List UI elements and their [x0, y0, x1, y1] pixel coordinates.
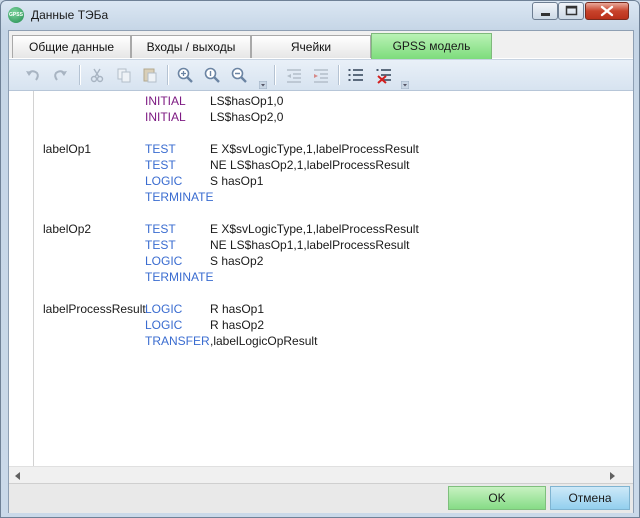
- code-keyword: TEST: [145, 238, 176, 252]
- code-label: labelOp2: [43, 222, 92, 236]
- code-operand: E X$svLogicType,1,labelProcessResult: [210, 222, 419, 236]
- code-operand: S hasOp1: [210, 174, 264, 188]
- dialog-client-area: Общие данные Входы / выходы Ячейки GPSS …: [8, 30, 634, 513]
- code-keyword: INITIAL: [145, 94, 186, 108]
- code-operand: E X$svLogicType,1,labelProcessResult: [210, 142, 419, 156]
- remove-list-icon: [376, 69, 391, 84]
- maximize-button[interactable]: [558, 2, 584, 20]
- toolbar-separator: [79, 65, 81, 85]
- chevron-down-icon: [400, 80, 410, 90]
- paste-icon: [143, 68, 157, 83]
- editor-margin-line: [33, 91, 34, 466]
- zoom-in-button[interactable]: [203, 66, 221, 84]
- code-keyword: LOGIC: [145, 302, 183, 316]
- code-keyword: LOGIC: [145, 174, 183, 188]
- paste-button[interactable]: [141, 66, 159, 84]
- zoom-out-icon: [231, 67, 247, 83]
- zoom-in-icon: [204, 67, 220, 83]
- zoom-reset-button[interactable]: [176, 66, 194, 84]
- minimize-button[interactable]: [532, 2, 558, 20]
- cut-icon: [90, 68, 104, 83]
- undo-icon: [26, 70, 39, 81]
- minimize-icon: [541, 13, 550, 16]
- gpss-code-editor[interactable]: INITIAL LS$hasOp1,0 INITIAL LS$hasOp2,0 labe…: [9, 91, 633, 466]
- code-keyword: LOGIC: [145, 254, 183, 268]
- toolbar-separator: [274, 65, 276, 85]
- zoom-out-button[interactable]: [230, 66, 248, 84]
- editor-toolbar: [9, 59, 633, 91]
- title-bar[interactable]: GPSS Данные ТЭБа: [1, 1, 639, 29]
- toolbar-overflow-button[interactable]: [258, 78, 268, 90]
- indent-icon: [314, 69, 328, 83]
- undo-button[interactable]: [23, 66, 41, 84]
- redo-icon: [54, 70, 67, 81]
- outdent-button[interactable]: [285, 66, 303, 84]
- dialog-footer: OK Отмена: [9, 483, 633, 513]
- tab-general-data[interactable]: Общие данные: [12, 35, 131, 58]
- copy-icon: [117, 68, 131, 83]
- code-operand: NE LS$hasOp1,1,labelProcessResult: [210, 238, 410, 252]
- code-operand: NE LS$hasOp2,1,labelProcessResult: [210, 158, 410, 172]
- remove-list-button[interactable]: [375, 66, 393, 84]
- horizontal-scrollbar[interactable]: [9, 466, 633, 484]
- list-button[interactable]: [347, 66, 365, 84]
- code-keyword: TRANSFER: [145, 334, 210, 348]
- dialog-window: GPSS Данные ТЭБа Общие данные Входы / вы…: [0, 0, 640, 518]
- gpss-app-icon: GPSS: [8, 7, 24, 23]
- indent-button[interactable]: [312, 66, 330, 84]
- code-keyword: TEST: [145, 158, 176, 172]
- code-operand: ,labelLogicOpResult: [210, 334, 318, 348]
- code-keyword: TERMINATE: [145, 270, 214, 284]
- scroll-left-icon[interactable]: [13, 471, 23, 481]
- toolbar-separator: [167, 65, 169, 85]
- toolbar-separator: [338, 65, 340, 85]
- code-keyword: TEST: [145, 222, 176, 236]
- cut-button[interactable]: [88, 66, 106, 84]
- tab-gpss-model[interactable]: GPSS модель: [371, 33, 492, 59]
- scroll-right-icon[interactable]: [607, 471, 617, 481]
- code-operand: R hasOp1: [210, 302, 265, 316]
- close-icon: [600, 5, 614, 17]
- cancel-button[interactable]: Отмена: [550, 486, 630, 510]
- zoom-reset-icon: [177, 67, 193, 83]
- maximize-icon: [565, 5, 578, 16]
- code-operand: R hasOp2: [210, 318, 265, 332]
- code-keyword: INITIAL: [145, 110, 186, 124]
- tab-inputs-outputs[interactable]: Входы / выходы: [131, 35, 251, 58]
- code-label: labelProcessResult: [43, 302, 146, 316]
- copy-button[interactable]: [115, 66, 133, 84]
- code-operand: LS$hasOp2,0: [210, 110, 284, 124]
- ok-button[interactable]: OK: [448, 486, 546, 510]
- tab-strip: Общие данные Входы / выходы Ячейки GPSS …: [9, 31, 633, 59]
- code-keyword: LOGIC: [145, 318, 183, 332]
- code-keyword: TEST: [145, 142, 176, 156]
- outdent-icon: [287, 69, 301, 83]
- code-operand: LS$hasOp1,0: [210, 94, 284, 108]
- redo-button[interactable]: [52, 66, 70, 84]
- code-operand: S hasOp2: [210, 254, 264, 268]
- chevron-down-icon: [258, 80, 268, 90]
- toolbar-overflow-button-2[interactable]: [400, 78, 410, 90]
- tab-cells[interactable]: Ячейки: [251, 35, 371, 58]
- window-title: Данные ТЭБа: [31, 8, 109, 22]
- code-keyword: TERMINATE: [145, 190, 214, 204]
- list-icon: [348, 69, 363, 81]
- close-button[interactable]: [585, 2, 629, 20]
- code-label: labelOp1: [43, 142, 92, 156]
